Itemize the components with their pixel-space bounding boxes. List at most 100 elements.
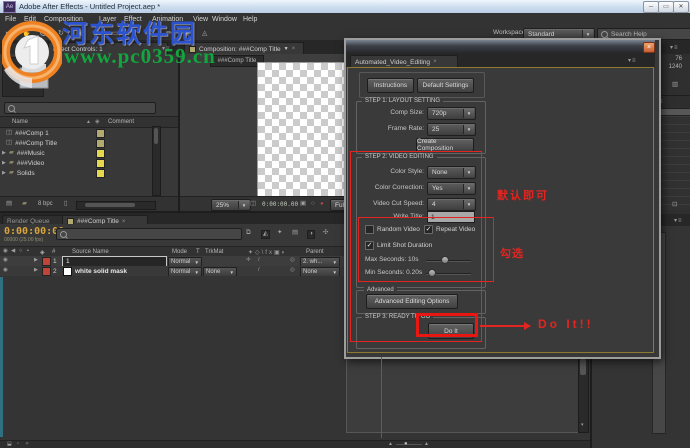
- chevron-down-icon[interactable]: ▼: [284, 46, 289, 52]
- hand-tool-icon[interactable]: ✋: [22, 29, 31, 37]
- pickwhip-icon[interactable]: ◎: [290, 257, 295, 264]
- column-source-name[interactable]: Source Name: [72, 249, 109, 255]
- selection-tool-icon[interactable]: ▸: [6, 29, 10, 37]
- project-item[interactable]: ▶ ▰ Solids: [2, 168, 166, 178]
- slider-thumb[interactable]: [428, 269, 436, 277]
- panel-menu-icon[interactable]: ▾≡: [674, 217, 683, 224]
- eye-icon[interactable]: ◉: [3, 267, 8, 274]
- zoom-tool-icon[interactable]: [40, 29, 47, 38]
- slider-thumb[interactable]: [441, 256, 449, 264]
- checkbox-checked-icon[interactable]: ✓: [365, 241, 374, 250]
- pen-tool-icon[interactable]: ✎: [130, 29, 136, 37]
- snapshot-icon[interactable]: ▣: [300, 200, 306, 208]
- column-t[interactable]: T: [196, 249, 200, 255]
- expand-layers-icon[interactable]: ⬓: [7, 442, 12, 447]
- pickwhip-icon[interactable]: ◎: [290, 267, 295, 274]
- expand-modes-icon[interactable]: ◔: [16, 442, 19, 447]
- switch-quality-icon[interactable]: /: [258, 267, 260, 274]
- timeline-vscrollbar[interactable]: ▾: [578, 357, 589, 433]
- expand-inout-icon[interactable]: ✧: [25, 442, 29, 447]
- flowchart-icon[interactable]: ⊡: [672, 201, 677, 209]
- project-hscrollbar[interactable]: [76, 201, 156, 210]
- menu-file[interactable]: File: [5, 16, 16, 23]
- channels-icon[interactable]: ◕: [320, 201, 324, 207]
- layer-name[interactable]: white solid mask: [75, 268, 127, 275]
- show-snapshot-icon[interactable]: ○: [311, 200, 315, 208]
- project-item[interactable]: ◫ ###Comp 1: [6, 128, 166, 138]
- trash-icon[interactable]: ▯: [64, 200, 68, 208]
- script-panel-titlebar[interactable]: ×: [346, 40, 655, 53]
- menu-view[interactable]: View: [193, 16, 208, 23]
- camera-tool-icon[interactable]: ▣: [76, 29, 83, 37]
- timeline-search-input[interactable]: [56, 228, 242, 240]
- expander-icon[interactable]: ▶: [34, 268, 38, 273]
- do-it-button[interactable]: Do It: [428, 323, 474, 339]
- expander-icon[interactable]: ▶: [2, 150, 6, 156]
- project-item[interactable]: ▶ ▰ ###Video: [2, 158, 166, 168]
- panel-menu-icon[interactable]: ▾≡: [162, 45, 171, 52]
- script-panel-window[interactable]: × Automated_Video_Editing × ▾≡ Instructi…: [344, 38, 661, 359]
- column-name[interactable]: Name: [12, 119, 28, 125]
- default-settings-button[interactable]: Default Settings: [417, 78, 474, 93]
- scroll-arrow-icon[interactable]: ▾: [581, 422, 584, 428]
- advanced-editing-options-button[interactable]: Advanced Editing Options: [366, 294, 458, 309]
- menu-effect[interactable]: Effect: [124, 16, 142, 23]
- comp-size-dropdown[interactable]: 720p ▼: [427, 107, 476, 120]
- panel-menu-icon[interactable]: ▾≡: [628, 57, 637, 64]
- random-video-checkbox[interactable]: Random Video: [365, 225, 420, 234]
- color-correction-dropdown[interactable]: Yes ▼: [427, 182, 476, 195]
- interpret-footage-icon[interactable]: ▤: [6, 200, 12, 208]
- clone-tool-icon[interactable]: ◉: [184, 29, 190, 37]
- mask-tool-icon[interactable]: ▭: [112, 29, 119, 37]
- maximize-button[interactable]: ▭: [658, 1, 674, 13]
- menu-help[interactable]: Help: [243, 16, 257, 23]
- zoom-slider-thumb[interactable]: ●: [404, 441, 408, 447]
- menu-layer[interactable]: Layer: [99, 16, 117, 23]
- hide-shy-icon[interactable]: ✦: [277, 229, 282, 237]
- instructions-button[interactable]: Instructions: [367, 78, 414, 93]
- comp-canvas-transparent[interactable]: [257, 62, 347, 198]
- magnification-dropdown[interactable]: 25% ▼: [211, 199, 251, 211]
- close-icon[interactable]: ×: [292, 46, 296, 52]
- project-scrollbar[interactable]: [152, 126, 161, 196]
- project-item[interactable]: ◫ ###Comp Title: [6, 138, 166, 148]
- comp-nav-tab[interactable]: ###Comp Title: [210, 55, 264, 67]
- bit-depth-label[interactable]: 8 bpc: [38, 201, 53, 207]
- close-icon[interactable]: ×: [433, 59, 437, 65]
- zoom-in-mountain-icon[interactable]: ▲: [424, 442, 429, 447]
- project-search-input[interactable]: [4, 102, 156, 114]
- layer-label-chip[interactable]: [42, 267, 51, 276]
- label-color-chip[interactable]: [96, 138, 105, 148]
- scrollbar-thumb[interactable]: [85, 203, 135, 207]
- menu-window[interactable]: Window: [212, 16, 237, 23]
- expander-icon[interactable]: ▶: [2, 170, 6, 176]
- menu-animation[interactable]: Animation: [152, 16, 183, 23]
- type-tool-icon[interactable]: T: [148, 29, 152, 36]
- new-folder-icon[interactable]: ▰: [22, 200, 27, 208]
- expander-icon[interactable]: ▶: [34, 258, 38, 263]
- limit-shot-checkbox[interactable]: ✓ Limit Shot Duration: [365, 241, 432, 250]
- panel-menu-icon[interactable]: ▾≡: [670, 44, 679, 51]
- frame-rate-dropdown[interactable]: 25 ▼: [427, 123, 476, 136]
- switch-quality-icon[interactable]: /: [258, 257, 260, 264]
- color-style-dropdown[interactable]: None ▼: [427, 166, 476, 179]
- expander-icon[interactable]: ▶: [2, 160, 6, 166]
- checkbox-checked-icon[interactable]: ✓: [424, 225, 433, 234]
- scrollbar-thumb[interactable]: [154, 128, 158, 144]
- puppet-tool-icon[interactable]: ◬: [202, 29, 207, 37]
- column-parent[interactable]: Parent: [306, 249, 324, 255]
- title-bar[interactable]: Ae Adobe After Effects - Untitled Projec…: [0, 0, 690, 14]
- write-title-input[interactable]: 1: [427, 211, 475, 223]
- brush-tool-icon[interactable]: ✏: [166, 29, 172, 37]
- label-color-chip[interactable]: [96, 168, 105, 178]
- checkbox-unchecked-icon[interactable]: [365, 225, 374, 234]
- cut-speed-dropdown[interactable]: 4 ▼: [427, 198, 476, 211]
- rotate-tool-icon[interactable]: ↻: [58, 29, 64, 37]
- close-button[interactable]: ✕: [673, 1, 689, 13]
- minimize-button[interactable]: ─: [643, 1, 659, 13]
- column-trkmat[interactable]: TrkMat: [205, 249, 223, 255]
- motion-blur-icon[interactable]: ◑: [307, 230, 315, 239]
- viewer-timecode[interactable]: 0:00:00.00: [262, 201, 298, 208]
- repeat-video-checkbox[interactable]: ✓ Repeat Video: [424, 225, 475, 234]
- menu-composition[interactable]: Composition: [44, 16, 83, 23]
